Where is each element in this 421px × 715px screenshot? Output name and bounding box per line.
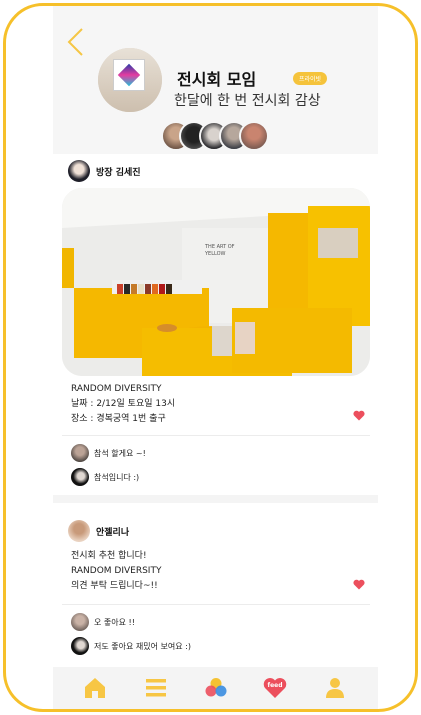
commenter-avatar[interactable] (71, 444, 89, 462)
post-line: 전시회 추천 합니다! (71, 551, 147, 561)
divider (62, 435, 370, 436)
svg-text:THE ART OF: THE ART OF (204, 244, 235, 250)
circles-icon[interactable] (205, 677, 227, 699)
svg-text:YELLOW: YELLOW (204, 251, 226, 257)
member-avatars[interactable] (161, 121, 281, 153)
post-line: 장소 : 경복궁역 1번 출구 (71, 414, 166, 424)
comment-text: 참석 할게요 ~! (94, 448, 146, 458)
comment[interactable]: 참석 할게요 ~! (71, 444, 146, 462)
feed-label: feed (267, 682, 283, 689)
post-author[interactable]: 안젤리나 (68, 520, 129, 542)
commenter-avatar[interactable] (71, 637, 89, 655)
exhibition-photo: THE ART OF YELLOW (62, 188, 370, 376)
commenter-avatar[interactable] (71, 613, 89, 631)
member-avatar[interactable] (239, 121, 269, 151)
post-line: RANDOM DIVERSITY (71, 384, 162, 394)
comment-text: 오 좋아요 !! (94, 617, 135, 627)
screen: 전시회 모임 프라이빗 한달에 한 번 전시회 감상 방장 김세진 THE AR… (53, 6, 378, 709)
private-badge: 프라이빗 (293, 72, 328, 85)
divider (62, 604, 370, 605)
commenter-avatar[interactable] (71, 468, 89, 486)
comment[interactable]: 오 좋아요 !! (71, 613, 135, 631)
heart-icon[interactable] (353, 410, 365, 421)
post-line: 날짜 : 2/12일 토요일 13시 (71, 399, 176, 409)
post-author[interactable]: 방장 김세진 (68, 160, 141, 182)
group-header: 전시회 모임 프라이빗 한달에 한 번 전시회 감상 (53, 6, 378, 154)
author-avatar[interactable] (68, 520, 90, 542)
comment[interactable]: 참석입니다 :) (71, 468, 139, 486)
post-body: RANDOM DIVERSITY 날짜 : 2/12일 토요일 13시 장소 :… (71, 382, 175, 427)
group-title: 전시회 모임 (177, 70, 257, 89)
post-line: 의견 부탁 드립니다~!! (71, 581, 158, 591)
post-body: 전시회 추천 합니다! RANDOM DIVERSITY 의견 부탁 드립니다~… (71, 549, 161, 594)
home-icon[interactable] (84, 677, 106, 699)
menu-icon[interactable] (145, 677, 167, 699)
heart-icon[interactable] (353, 579, 365, 590)
section-gap (53, 495, 378, 503)
group-avatar (98, 48, 162, 112)
comment-text: 참석입니다 :) (94, 472, 140, 482)
feed-icon[interactable]: feed (263, 676, 287, 700)
author-avatar[interactable] (68, 160, 90, 182)
phone-frame: 전시회 모임 프라이빗 한달에 한 번 전시회 감상 방장 김세진 THE AR… (3, 3, 418, 712)
post-photo[interactable]: THE ART OF YELLOW (62, 188, 370, 376)
tab-bar: feed (53, 667, 378, 709)
author-name: 방장 김세진 (96, 167, 141, 178)
comment[interactable]: 저도 좋아요 재밌어 보여요 :) (71, 637, 191, 655)
back-icon[interactable] (65, 26, 87, 58)
profile-icon[interactable] (325, 677, 345, 699)
group-description: 한달에 한 번 전시회 감상 (174, 93, 321, 109)
author-name: 안젤리나 (96, 527, 130, 538)
comment-text: 저도 좋아요 재밌어 보여요 :) (94, 641, 191, 651)
post-line: RANDOM DIVERSITY (71, 566, 162, 576)
